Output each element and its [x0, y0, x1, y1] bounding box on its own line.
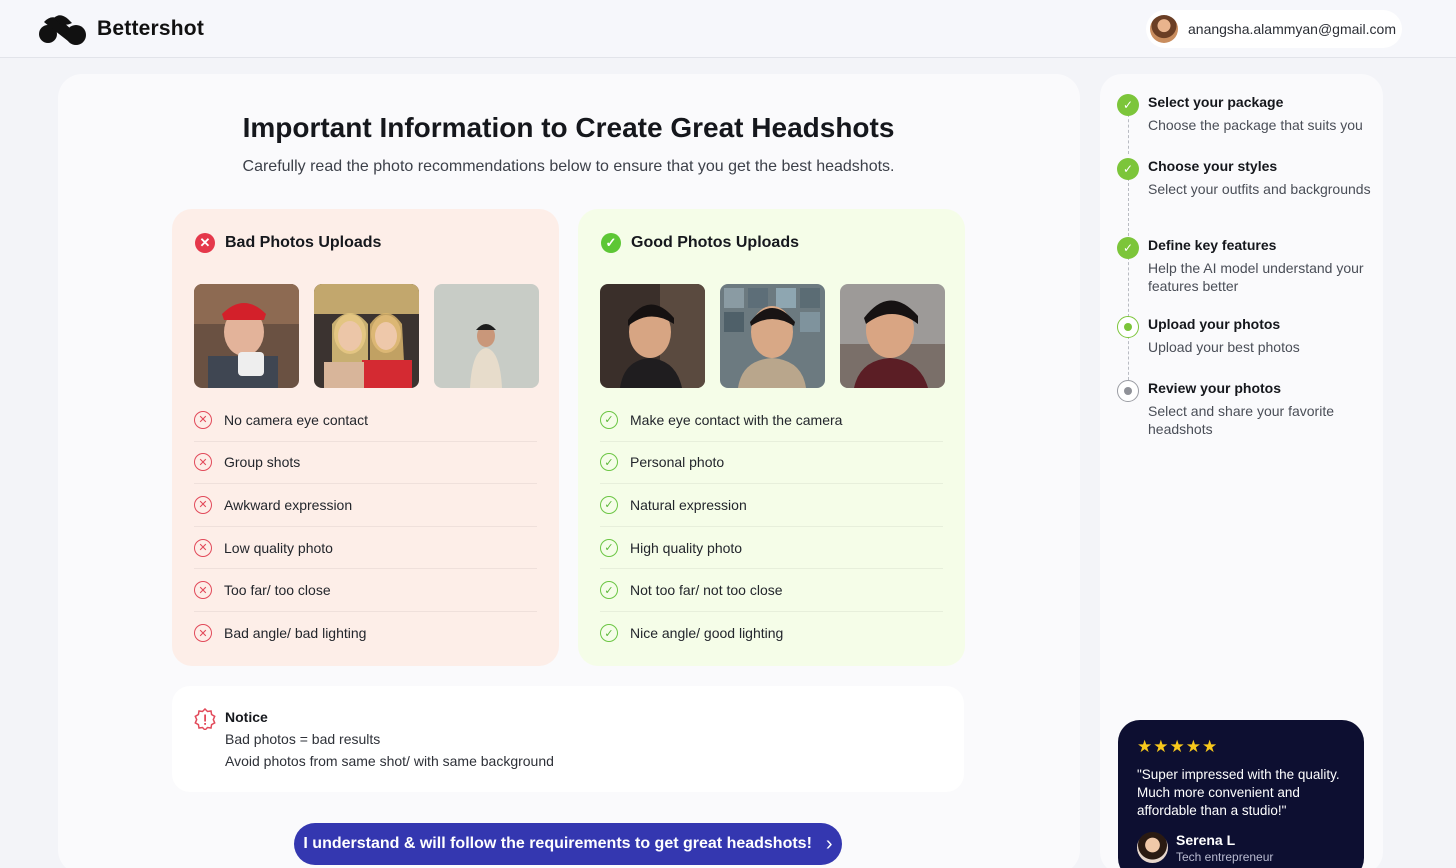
list-item-text: Low quality photo	[224, 539, 333, 556]
step-description: Choose the package that suits you	[1148, 117, 1363, 133]
step-description: Help the AI model understand your featur…	[1148, 260, 1364, 294]
chevron-right-icon: ›	[825, 832, 833, 855]
list-item-text: Not too far/ not too close	[630, 582, 783, 599]
step-title: Upload your photos	[1148, 316, 1281, 332]
notice-line-2: Avoid photos from same shot/ with same b…	[225, 753, 554, 769]
bad-photos-list: ✕ No camera eye contact ✕ Group shots ✕ Awk…	[194, 399, 537, 655]
list-item: ✕ Low quality photo	[194, 527, 537, 570]
step-connector	[1128, 178, 1129, 236]
good-example-photo-1	[600, 284, 705, 388]
check-circle-icon: ✓	[600, 624, 618, 643]
list-item-text: Group shots	[224, 454, 301, 471]
step-title: Define key features	[1148, 237, 1277, 253]
check-circle-icon: ✓	[1117, 94, 1139, 116]
testimonial-card: ★★★★★ "Super impressed with the quality.…	[1118, 720, 1364, 868]
step-description: Select and share your favorite headshots	[1148, 403, 1334, 437]
list-item-text: No camera eye contact	[224, 411, 368, 428]
check-circle-icon: ✓	[1117, 158, 1139, 180]
alert-badge-icon	[194, 708, 216, 730]
x-circle-icon: ✕	[194, 453, 212, 472]
notice-box: Notice Bad photos = bad results Avoid ph…	[172, 686, 964, 792]
good-photo-examples	[600, 284, 945, 388]
notice-line-1: Bad photos = bad results	[225, 731, 381, 747]
bad-photo-examples	[194, 284, 539, 388]
list-item-text: Natural expression	[630, 496, 747, 513]
list-item: ✕ Group shots	[194, 442, 537, 485]
step-connector	[1128, 114, 1129, 154]
list-item: ✓ Make eye contact with the camera	[600, 399, 943, 442]
star-rating: ★★★★★	[1137, 737, 1219, 756]
check-circle-icon: ✓	[600, 453, 618, 472]
list-item: ✓ High quality photo	[600, 527, 943, 570]
list-item-text: Make eye contact with the camera	[630, 411, 843, 428]
list-item-text: Nice angle/ good lighting	[630, 625, 784, 642]
step-description: Select your outfits and backgrounds	[1148, 181, 1371, 197]
step-description: Upload your best photos	[1148, 339, 1300, 355]
list-item: ✕ Too far/ too close	[194, 569, 537, 612]
x-circle-icon: ✕	[194, 538, 212, 557]
list-item: ✕ Bad angle/ bad lighting	[194, 612, 537, 655]
good-example-photo-3	[840, 284, 945, 388]
account-menu[interactable]: anangsha.alammyan@gmail.com	[1146, 10, 1402, 48]
good-photos-header: ✓ Good Photos Uploads	[601, 233, 799, 253]
good-example-photo-2	[720, 284, 825, 388]
list-item-text: High quality photo	[630, 539, 743, 556]
page-title: Important Information to Create Great He…	[242, 112, 895, 143]
good-photos-list: ✓ Make eye contact with the camera ✓ Perso…	[600, 399, 943, 655]
avatar	[1137, 832, 1168, 863]
page-subtitle: Carefully read the photo recommendations…	[242, 158, 895, 175]
step-connector	[1128, 336, 1129, 380]
good-photos-title: Good Photos Uploads	[631, 234, 799, 251]
top-bar: Bettershot anangsha.alammyan@gmail.com	[0, 0, 1456, 58]
current-step-icon	[1117, 316, 1139, 338]
bad-photos-title: Bad Photos Uploads	[225, 234, 382, 251]
list-item: ✓ Not too far/ not too close	[600, 569, 943, 612]
bad-example-photo-2	[314, 284, 419, 388]
good-photos-panel: ✓ Good Photos Uploads ✓ Make eye contact…	[578, 209, 965, 666]
check-circle-icon: ✓	[600, 538, 618, 557]
bad-example-photo-1	[194, 284, 299, 388]
list-item-text: Too far/ too close	[224, 582, 331, 599]
check-circle-icon: ✓	[600, 410, 618, 429]
reviewer-role: Tech entrepreneur	[1176, 850, 1274, 864]
bad-photos-panel: ✕ Bad Photos Uploads ✕ No camera eye con…	[172, 209, 559, 666]
step-title: Select your package	[1148, 94, 1284, 110]
testimonial-quote: "Super impressed with the quality. Much …	[1137, 767, 1340, 818]
list-item-text: Personal photo	[630, 454, 725, 471]
bettershot-logo-icon	[39, 15, 86, 45]
x-circle-icon: ✕	[194, 581, 212, 600]
list-item-text: Bad angle/ bad lighting	[224, 625, 367, 642]
step-title: Choose your styles	[1148, 158, 1278, 174]
account-email: anangsha.alammyan@gmail.com	[1188, 21, 1396, 37]
check-circle-icon: ✓	[1117, 237, 1139, 259]
x-circle-icon: ✕	[195, 233, 215, 253]
bad-photos-header: ✕ Bad Photos Uploads	[195, 233, 381, 253]
accept-requirements-label: I understand & will follow the requireme…	[303, 835, 812, 852]
list-item-text: Awkward expression	[224, 496, 353, 513]
pending-step-icon	[1117, 380, 1139, 402]
list-item: ✕ Awkward expression	[194, 484, 537, 527]
list-item: ✕ No camera eye contact	[194, 399, 537, 442]
check-circle-icon: ✓	[601, 233, 621, 253]
step-connector	[1128, 257, 1129, 317]
reviewer-name: Serena L	[1176, 832, 1236, 848]
x-circle-icon: ✕	[194, 495, 212, 514]
brand-name: Bettershot	[97, 17, 205, 40]
bad-example-photo-3	[434, 284, 539, 388]
x-circle-icon: ✕	[194, 410, 212, 429]
step-title: Review your photos	[1148, 380, 1282, 396]
check-circle-icon: ✓	[600, 495, 618, 514]
x-circle-icon: ✕	[194, 624, 212, 643]
brand-logo[interactable]: Bettershot	[38, 13, 204, 45]
list-item: ✓ Nice angle/ good lighting	[600, 612, 943, 655]
accept-requirements-button[interactable]: I understand & will follow the requireme…	[294, 823, 842, 865]
avatar	[1150, 15, 1178, 43]
check-circle-icon: ✓	[600, 581, 618, 600]
list-item: ✓ Personal photo	[600, 442, 943, 485]
list-item: ✓ Natural expression	[600, 484, 943, 527]
notice-title: Notice	[225, 709, 268, 725]
